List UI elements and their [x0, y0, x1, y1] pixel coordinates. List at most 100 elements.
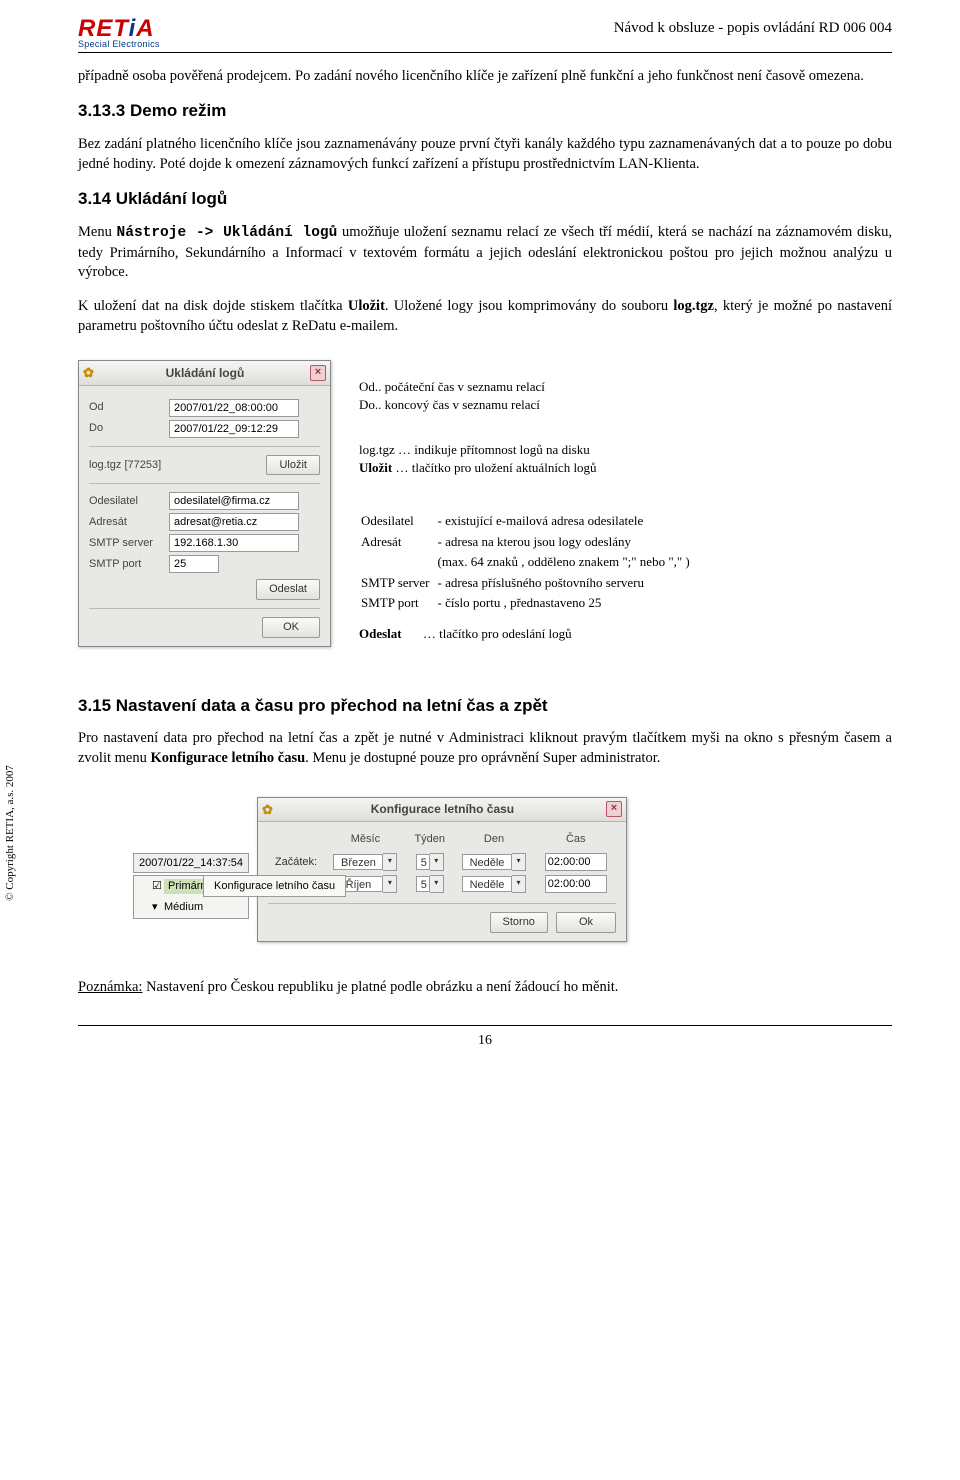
note-3-15: Poznámka: Nastavení pro Českou republiku…	[78, 978, 892, 998]
chevron-down-icon[interactable]: ▾	[512, 853, 526, 871]
chevron-down-icon[interactable]: ▾	[383, 875, 397, 893]
dialog-konfigurace-letniho-casu: ✿ Konfigurace letního času × Měsíc Týden…	[257, 797, 627, 942]
header-rule	[78, 52, 892, 53]
select-mesic[interactable]: Březen▾	[333, 853, 397, 871]
input-cas[interactable]	[545, 875, 607, 893]
save-button[interactable]: Uložit	[266, 455, 320, 476]
menu-item-medium[interactable]: ▾Médium	[134, 897, 248, 918]
input-odesilatel[interactable]	[169, 492, 299, 510]
heading-3-14: 3.14 Ukládání logů	[78, 188, 892, 211]
select-value: Neděle	[462, 876, 512, 892]
context-menu-mock: 2007/01/22_14:37:54 ☑Primární ▾Médium Ko…	[133, 853, 249, 920]
legend-table: Odesilatel- existující e-mailová adresa …	[359, 510, 698, 615]
footer-rule	[78, 1025, 892, 1026]
page-number: 16	[78, 1032, 892, 1051]
para-3-15: Pro nastavení data pro přechod na letní …	[78, 729, 892, 768]
chevron-down-icon[interactable]: ▾	[430, 875, 444, 893]
input-cas[interactable]	[545, 853, 607, 871]
input-adresat[interactable]	[169, 513, 299, 531]
select-tyden[interactable]: 5▾	[416, 853, 444, 871]
chevron-down-icon[interactable]: ▾	[430, 853, 444, 871]
text: K uložení dat na disk dojde stiskem tlač…	[78, 298, 348, 314]
legend-key: Odesilatel	[361, 512, 436, 531]
label-smtp-port: SMTP port	[89, 557, 169, 572]
text-bold: Uložit	[359, 460, 392, 475]
chevron-down-icon[interactable]: ▾	[383, 853, 397, 871]
dialog-title: Ukládání logů	[100, 365, 310, 381]
col-mesic: Měsíc	[324, 832, 407, 851]
legend-key: Adresát	[361, 533, 436, 552]
select-value: 5	[416, 854, 430, 870]
label-zacatek: Začátek:	[268, 851, 324, 873]
input-od[interactable]	[169, 399, 299, 417]
text: … tlačítko pro uložení aktuálních logů	[392, 460, 596, 475]
select-den[interactable]: Neděle▾	[462, 875, 526, 893]
close-icon[interactable]: ×	[606, 801, 622, 817]
heading-3-13-3: 3.13.3 Demo režim	[78, 100, 892, 123]
para-3-13-3: Bez zadání platného licenčního klíče jso…	[78, 135, 892, 174]
legend-line: Do.. koncový čas v seznamu relací	[359, 396, 698, 414]
para-3-14-2: K uložení dat na disk dojde stiskem tlač…	[78, 297, 892, 336]
intro-paragraph: případně osoba pověřená prodejcem. Po za…	[78, 67, 892, 87]
clock-display: 2007/01/22_14:37:54	[133, 853, 249, 874]
col-den: Den	[453, 832, 536, 851]
legend-val: (max. 64 znaků , odděleno znakem ";" neb…	[438, 553, 696, 572]
close-icon[interactable]: ×	[310, 365, 326, 381]
dialog-ukladani-logu: ✿ Ukládání logů × Od Do log.tgz [77253] …	[78, 360, 331, 647]
label-od: Od	[89, 400, 169, 415]
select-tyden[interactable]: 5▾	[416, 875, 444, 893]
logo-subtitle: Special Electronics	[78, 40, 160, 48]
select-den[interactable]: Neděle▾	[462, 853, 526, 871]
legend-val: - adresa příslušného poštovního serveru	[438, 574, 696, 593]
menu-label: Médium	[164, 900, 203, 915]
legend-val: - číslo portu , přednastaveno 25	[438, 594, 696, 613]
text: . Uložené logy jsou komprimovány do soub…	[385, 298, 673, 314]
label-logtgz: log.tgz [77253]	[89, 458, 161, 473]
menu-path: Nástroje -> Ukládání logů	[117, 225, 338, 241]
legend-line: log.tgz … indikuje přítomnost logů na di…	[359, 441, 698, 459]
select-value: Neděle	[462, 854, 512, 870]
logo: RETiA Special Electronics	[78, 18, 160, 48]
legend-val: - existující e-mailová adresa odesilatel…	[438, 512, 696, 531]
text: … tlačítko pro odeslání logů	[423, 626, 572, 641]
gear-icon: ✿	[83, 364, 94, 382]
legend-line: Od.. počáteční čas v seznamu relací	[359, 378, 698, 396]
input-smtp-server[interactable]	[169, 534, 299, 552]
heading-3-15: 3.15 Nastavení data a času pro přechod n…	[78, 695, 892, 718]
chevron-down-icon[interactable]: ▾	[512, 875, 526, 893]
note-label: Poznámka:	[78, 979, 142, 995]
input-do[interactable]	[169, 420, 299, 438]
text-bold: Konfigurace letního času	[151, 750, 306, 766]
legend-line: Odeslat … tlačítko pro odeslání logů	[359, 625, 698, 643]
cancel-button[interactable]: Storno	[490, 912, 548, 933]
select-value: 5	[416, 876, 430, 892]
select-value: Březen	[333, 854, 383, 870]
submenu-item[interactable]: Konfigurace letního času	[203, 875, 346, 898]
separator	[89, 446, 320, 447]
ok-button[interactable]: OK	[262, 617, 320, 638]
separator	[268, 903, 616, 904]
separator	[89, 608, 320, 609]
document-title: Návod k obsluze - popis ovládání RD 006 …	[614, 18, 892, 38]
menu-label: Konfigurace letního času	[214, 880, 335, 892]
legend-key: SMTP port	[361, 594, 436, 613]
dialog-titlebar: ✿ Konfigurace letního času ×	[258, 798, 626, 823]
label-smtp-server: SMTP server	[89, 536, 169, 551]
label-do: Do	[89, 421, 169, 436]
col-cas: Čas	[535, 832, 616, 851]
text-bold: Odeslat	[359, 626, 402, 641]
text: Nastavení pro Českou republiku je platné…	[142, 979, 618, 995]
dialog-title: Konfigurace letního času	[279, 801, 606, 817]
ok-button[interactable]: Ok	[556, 912, 616, 933]
legend: Od.. počáteční čas v seznamu relací Do..…	[359, 360, 698, 662]
send-button[interactable]: Odeslat	[256, 579, 320, 600]
legend-val: - adresa na kterou jsou logy odeslány	[438, 533, 696, 552]
input-smtp-port[interactable]	[169, 555, 219, 573]
text: Menu	[78, 224, 117, 240]
label-odesilatel: Odesilatel	[89, 494, 169, 509]
text-bold: Uložit	[348, 298, 385, 314]
para-3-14-1: Menu Nástroje -> Ukládání logů umožňuje …	[78, 223, 892, 283]
dialog-titlebar: ✿ Ukládání logů ×	[79, 361, 330, 386]
separator	[89, 483, 320, 484]
label-adresat: Adresát	[89, 515, 169, 530]
